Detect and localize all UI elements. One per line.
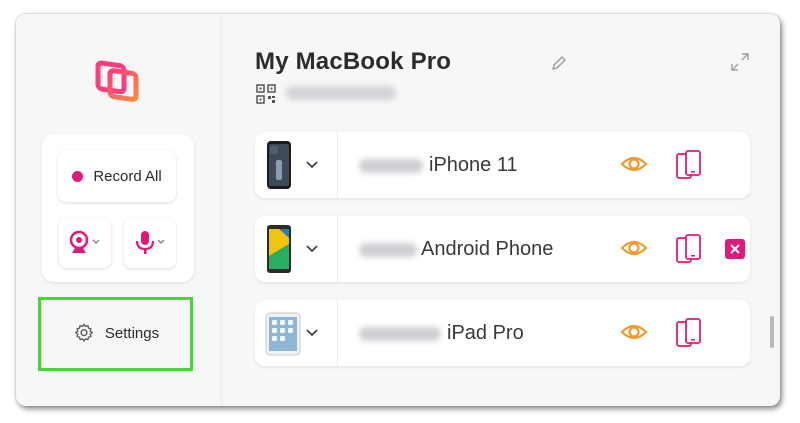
device-menu-button[interactable] (255, 300, 338, 366)
device-menu-button[interactable] (255, 132, 338, 198)
device-name: iPad Pro (447, 322, 524, 344)
redacted-owner-name (359, 243, 417, 257)
device-row-iphone: iPhone 11 (255, 132, 750, 198)
disconnect-device-button[interactable] (725, 239, 745, 259)
pencil-icon (552, 56, 566, 70)
settings-button[interactable]: Settings (46, 312, 186, 354)
sidebar: Record All Settings (16, 14, 222, 406)
redacted-owner-name (359, 159, 423, 173)
webcam-dropdown-button[interactable] (59, 218, 111, 268)
device-name: iPhone 11 (429, 154, 518, 176)
eye-icon (620, 156, 648, 172)
eye-icon (620, 240, 648, 256)
eye-icon (620, 324, 648, 340)
expand-icon (731, 53, 749, 71)
record-all-button[interactable]: Record All (58, 150, 176, 202)
page-title: My MacBook Pro (255, 48, 452, 75)
app-logo-icon (94, 58, 142, 106)
gear-icon (74, 323, 93, 342)
app-window: Record All Settings My MacBook Pro iPhon… (16, 14, 780, 406)
microphone-icon (135, 231, 165, 254)
expand-window-button[interactable] (730, 52, 750, 77)
vertical-scrollbar[interactable] (770, 316, 774, 348)
mirror-device-button[interactable] (676, 149, 702, 186)
view-device-button[interactable] (620, 235, 648, 266)
qr-code-icon[interactable] (256, 84, 276, 109)
chevron-down-icon (306, 245, 318, 253)
chevron-down-icon (306, 161, 318, 169)
device-row-ipad: iPad Pro (255, 300, 750, 366)
settings-label: Settings (104, 324, 160, 342)
device-name: Android Phone (421, 238, 554, 260)
screen-mirror-icon (676, 318, 701, 347)
close-icon (730, 244, 740, 254)
redacted-owner-name (359, 327, 441, 341)
view-device-button[interactable] (620, 319, 648, 350)
screen-mirror-icon (676, 150, 701, 179)
mirror-device-button[interactable] (676, 233, 702, 270)
device-menu-button[interactable] (255, 216, 338, 282)
microphone-dropdown-button[interactable] (124, 218, 176, 268)
ipad-thumbnail-icon (265, 308, 301, 363)
record-all-label: Record All (93, 167, 162, 185)
record-dot-icon (72, 170, 84, 182)
main-panel: My MacBook Pro iPhone 11 Android Phone i… (222, 14, 780, 406)
webcam-icon (69, 230, 100, 253)
screen-mirror-icon (676, 234, 701, 263)
view-device-button[interactable] (620, 151, 648, 182)
mirror-device-button[interactable] (676, 317, 702, 354)
device-row-android: Android Phone (255, 216, 750, 282)
iphone-thumbnail-icon (265, 140, 293, 195)
edit-name-button[interactable] (550, 54, 568, 77)
record-controls-card: Record All (42, 134, 194, 282)
redacted-device-id (286, 86, 396, 100)
chevron-down-icon (306, 329, 318, 337)
android-thumbnail-icon (265, 224, 293, 279)
